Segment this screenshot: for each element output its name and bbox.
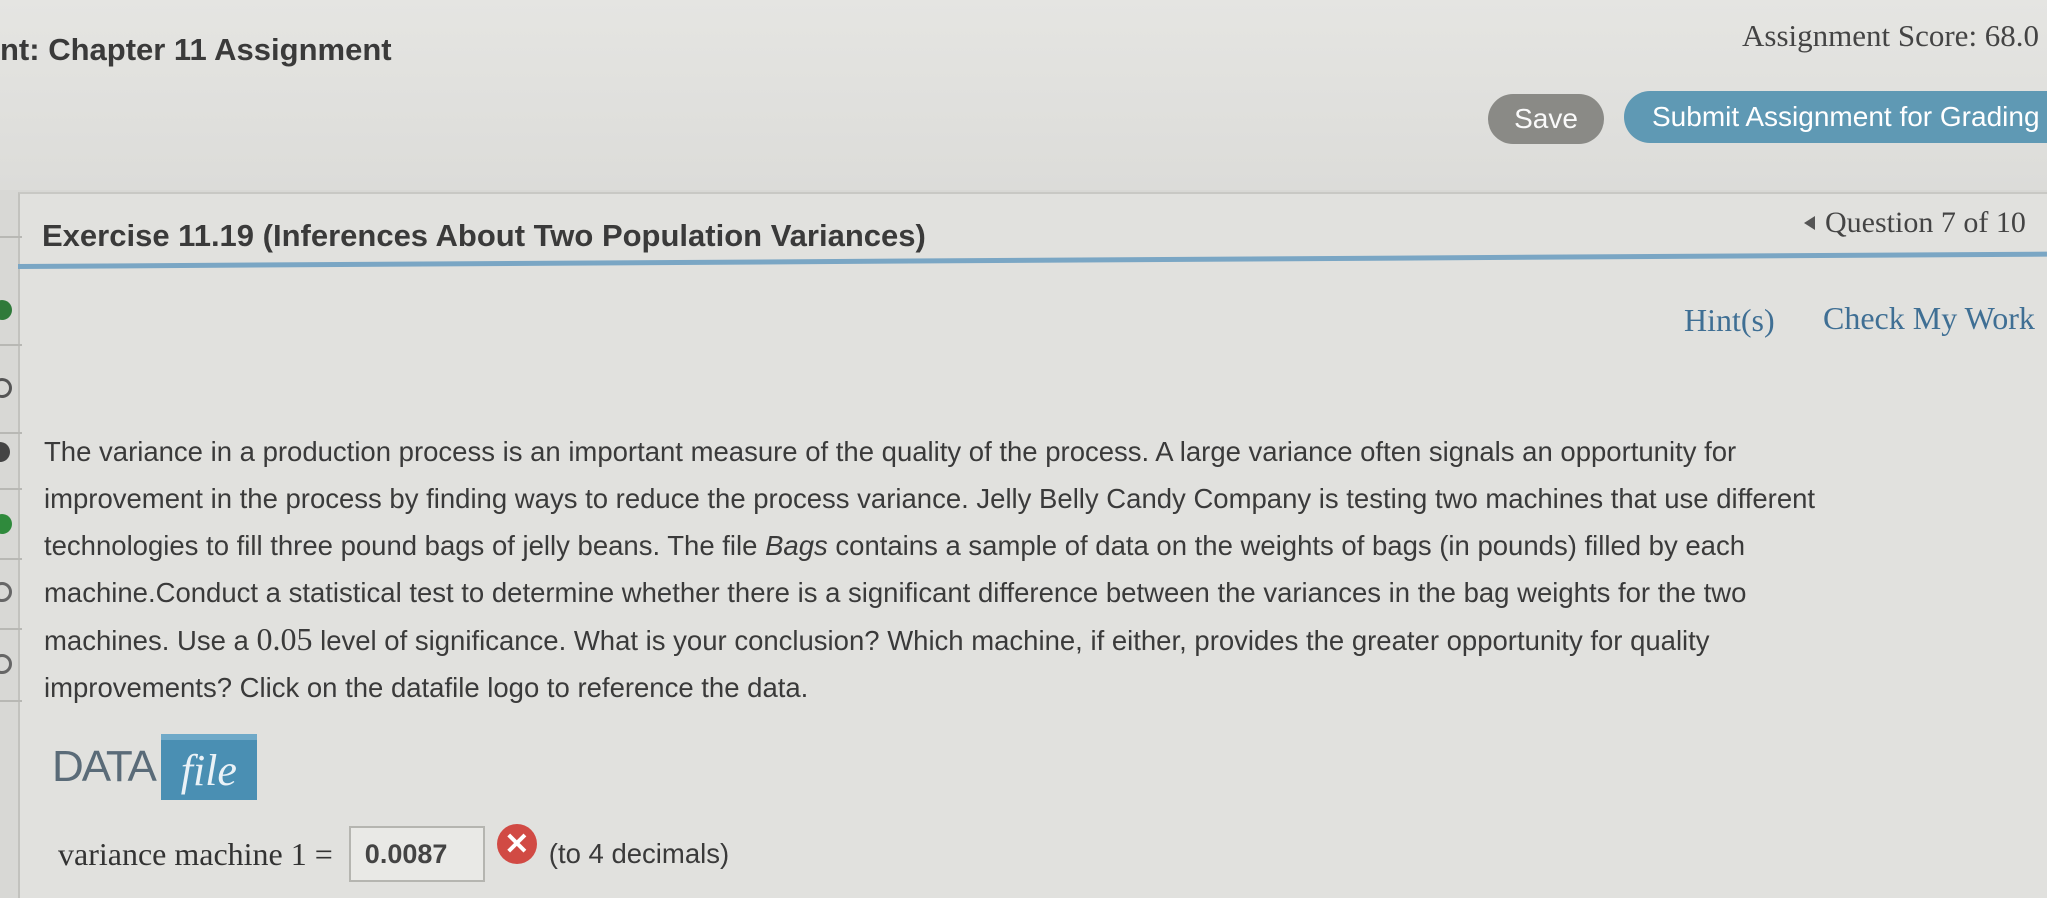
datafile-logo[interactable]: DATA file	[52, 732, 257, 802]
variance-machine-1-input[interactable]: 0.0087	[348, 826, 485, 882]
question-position-label: Question 7 of 10	[1825, 206, 2026, 239]
save-button[interactable]: Save	[1488, 94, 1604, 144]
answer-row: variance machine 1 = 0.0087 ✕ (to 4 deci…	[58, 824, 730, 882]
strip-divider	[0, 558, 22, 560]
datafile-logo-file-text: file	[180, 745, 237, 795]
question-line: machines. Use a 0.05 level of significan…	[44, 616, 2047, 664]
significance-level: 0.05	[256, 621, 313, 657]
unanswered-status-icon[interactable]	[0, 654, 12, 674]
correct-status-icon[interactable]	[0, 300, 12, 320]
question-line: technologies to fill three pound bags of…	[44, 522, 2047, 569]
check-my-work-link[interactable]: Check My Work	[1823, 300, 2035, 337]
strip-divider	[0, 344, 22, 346]
question-text-span: contains a sample of data on the weights…	[827, 530, 1746, 561]
datafile-name: Bags	[765, 530, 828, 561]
current-status-icon[interactable]	[0, 442, 10, 462]
partial-status-icon[interactable]	[0, 378, 12, 398]
answer-label: variance machine 1 =	[58, 835, 333, 872]
datafile-logo-file-box: file	[160, 734, 257, 800]
question-text-span: level of significance. What is your conc…	[312, 625, 1710, 656]
question-line: machine.Conduct a statistical test to de…	[44, 577, 1747, 608]
assignment-title: nt: Chapter 11 Assignment	[0, 32, 392, 67]
assignment-score: Assignment Score: 68.0	[1742, 18, 2040, 53]
question-line: improvements? Click on the datafile logo…	[44, 672, 809, 703]
datafile-logo-data-text: DATA	[52, 742, 157, 791]
question-text-span: technologies to fill three pound bags of…	[44, 530, 766, 561]
strip-divider	[0, 700, 22, 702]
strip-divider	[0, 236, 22, 238]
submit-assignment-button[interactable]: Submit Assignment for Grading	[1624, 91, 2047, 143]
strip-divider	[0, 628, 22, 630]
hints-link[interactable]: Hint(s)	[1684, 302, 1775, 339]
question-line: The variance in a production process is …	[44, 436, 1737, 467]
exercise-title: Exercise 11.19 (Inferences About Two Pop…	[42, 218, 926, 253]
previous-question-icon[interactable]	[1804, 216, 1815, 230]
decimals-note: (to 4 decimals)	[548, 838, 730, 869]
assignment-header: nt: Chapter 11 Assignment Assignment Sco…	[0, 0, 2047, 190]
correct-status-icon[interactable]	[0, 514, 12, 534]
strip-divider	[0, 432, 22, 434]
question-line: improvement in the process by finding wa…	[44, 483, 1816, 514]
question-status-strip	[0, 196, 22, 898]
question-text-span: machines. Use a	[44, 625, 257, 656]
question-navigator[interactable]: Question 7 of 10	[1804, 206, 2026, 240]
strip-divider	[0, 488, 22, 490]
question-prompt: The variance in a production process is …	[44, 428, 2047, 711]
unanswered-status-icon[interactable]	[0, 582, 12, 602]
incorrect-x-icon: ✕	[496, 824, 537, 864]
